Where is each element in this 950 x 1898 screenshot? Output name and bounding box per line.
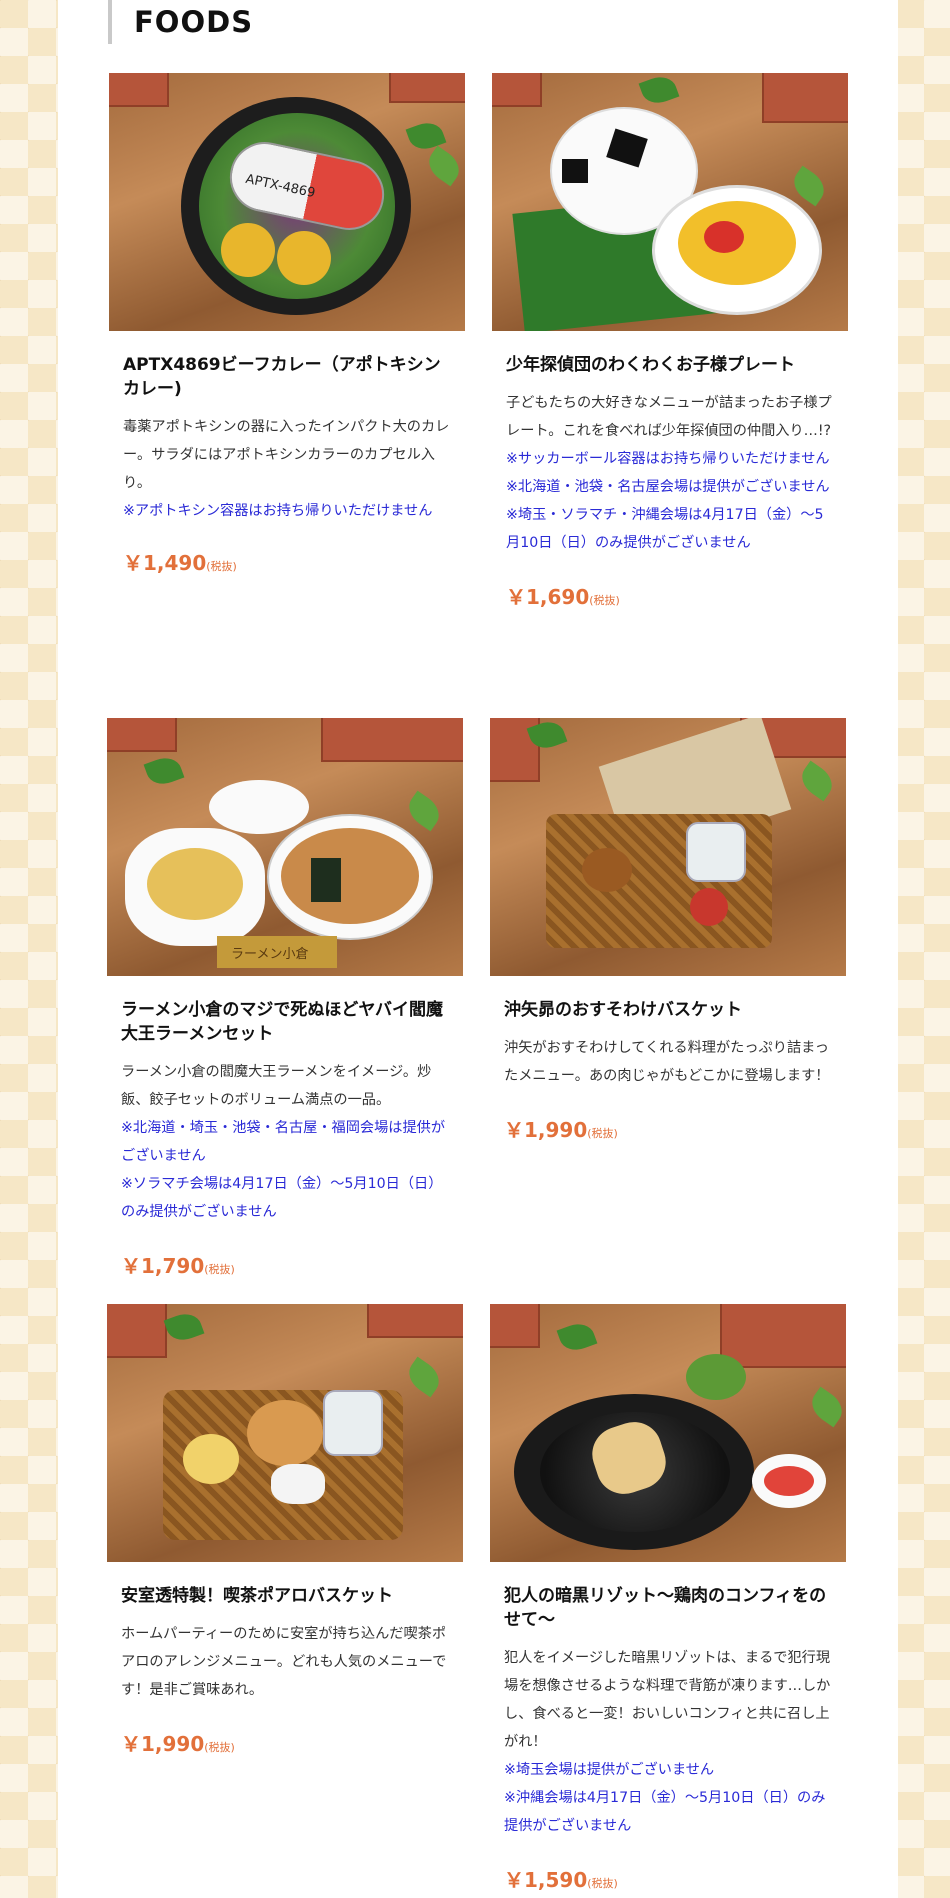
menu-note: ※ソラマチ会場は4月17日（金）〜5月10日（日）のみ提供がございません bbox=[121, 1176, 443, 1220]
tax-label: (税抜) bbox=[206, 560, 237, 573]
food-photo-curry: APTX-4869 bbox=[109, 73, 465, 331]
section-title: FOODS bbox=[134, 5, 254, 39]
menu-card-curry[interactable]: APTX-4869 APTX4869ビーフカレー（アポトキシンカレー) 毒薬アポ… bbox=[109, 73, 467, 576]
photo-label: ラーメン小倉 bbox=[231, 947, 309, 962]
price-value: ￥1,490 bbox=[123, 551, 207, 575]
price-value: ￥1,790 bbox=[121, 1254, 205, 1278]
menu-description: 子どもたちの大好きなメニューが詰まったお子様プレート。これを食べれば少年探偵団の… bbox=[506, 395, 832, 439]
menu-description: 毒薬アポトキシンの器に入ったインパクト大のカレー。サラダにはアポトキシンカラーの… bbox=[123, 419, 450, 491]
tax-label: (税抜) bbox=[587, 1877, 618, 1890]
menu-description: ラーメン小倉の閻魔大王ラーメンをイメージ。炒飯、餃子セットのボリューム満点の一品… bbox=[121, 1064, 432, 1108]
tax-label: (税抜) bbox=[589, 594, 620, 607]
section-header: FOODS bbox=[108, 0, 253, 44]
tax-label: (税抜) bbox=[587, 1127, 618, 1140]
menu-card-dark-risotto[interactable]: 犯人の暗黒リゾット〜鶏肉のコンフィをのせて〜 犯人をイメージした暗黒リゾットは、… bbox=[490, 1304, 848, 1893]
menu-price: ￥1,990(税抜) bbox=[121, 1728, 451, 1757]
menu-title: 犯人の暗黒リゾット〜鶏肉のコンフィをのせて〜 bbox=[504, 1586, 827, 1630]
menu-note: ※埼玉会場は提供がございません bbox=[504, 1762, 715, 1778]
menu-price: ￥1,490(税抜) bbox=[123, 547, 453, 576]
menu-price: ￥1,790(税抜) bbox=[121, 1250, 451, 1279]
menu-note: ※サッカーボール容器はお持ち帰りいただけません bbox=[506, 451, 830, 467]
menu-title: 少年探偵団のわくわくお子様プレート bbox=[506, 355, 795, 375]
food-photo-okiya-basket bbox=[490, 718, 846, 976]
menu-title: ラーメン小倉のマジで死ぬほどヤバイ閻魔大王ラーメンセット bbox=[121, 1000, 443, 1044]
menu-title: 沖矢昴のおすそわけバスケット bbox=[504, 1000, 742, 1020]
menu-title: APTX4869ビーフカレー（アポトキシンカレー) bbox=[123, 355, 441, 399]
food-photo-kids-plate bbox=[492, 73, 848, 331]
menu-note: ※アポトキシン容器はお持ち帰りいただけません bbox=[123, 503, 433, 519]
price-value: ￥1,590 bbox=[504, 1868, 588, 1892]
menu-card-ramen[interactable]: ラーメン小倉 ラーメン小倉のマジで死ぬほどヤバイ閻魔大王ラーメンセット ラーメン… bbox=[107, 718, 465, 1279]
menu-note: ※沖縄会場は4月17日（金）〜5月10日（日）のみ提供がございません bbox=[504, 1790, 826, 1834]
food-photo-poirot-basket bbox=[107, 1304, 463, 1562]
food-photo-dark-risotto bbox=[490, 1304, 846, 1562]
menu-card-poirot-basket[interactable]: 安室透特製！喫茶ポアロバスケット ホームパーティーのために安室が持ち込んだ喫茶ポ… bbox=[107, 1304, 465, 1757]
price-value: ￥1,990 bbox=[504, 1118, 588, 1142]
tax-label: (税抜) bbox=[204, 1741, 235, 1754]
menu-note: ※埼玉・ソラマチ・沖縄会場は4月17日（金）〜5月10日（日）のみ提供がございま… bbox=[506, 507, 824, 551]
menu-price: ￥1,990(税抜) bbox=[504, 1114, 834, 1143]
menu-note: ※北海道・埼玉・池袋・名古屋・福岡会場は提供がございません bbox=[121, 1120, 446, 1164]
menu-title: 安室透特製！喫茶ポアロバスケット bbox=[121, 1586, 393, 1606]
menu-note: ※北海道・池袋・名古屋会場は提供がございません bbox=[506, 479, 830, 495]
menu-description: 犯人をイメージした暗黒リゾットは、まるで犯行現場を想像させるような料理で背筋が凍… bbox=[504, 1650, 831, 1750]
price-value: ￥1,690 bbox=[506, 585, 590, 609]
menu-card-okiya-basket[interactable]: 沖矢昴のおすそわけバスケット 沖矢がおすそわけしてくれる料理がたっぷり詰まったメ… bbox=[490, 718, 848, 1143]
menu-price: ￥1,590(税抜) bbox=[504, 1864, 834, 1893]
menu-description: 沖矢がおすそわけしてくれる料理がたっぷり詰まったメニュー。あの肉じゃがもどこかに… bbox=[504, 1040, 830, 1084]
menu-price: ￥1,690(税抜) bbox=[506, 581, 836, 610]
price-value: ￥1,990 bbox=[121, 1732, 205, 1756]
food-photo-ramen: ラーメン小倉 bbox=[107, 718, 463, 976]
menu-description: ホームパーティーのために安室が持ち込んだ喫茶ポアロのアレンジメニュー。どれも人気… bbox=[121, 1626, 447, 1698]
tax-label: (税抜) bbox=[204, 1263, 235, 1276]
menu-card-kids-plate[interactable]: 少年探偵団のわくわくお子様プレート 子どもたちの大好きなメニューが詰まったお子様… bbox=[492, 73, 850, 610]
